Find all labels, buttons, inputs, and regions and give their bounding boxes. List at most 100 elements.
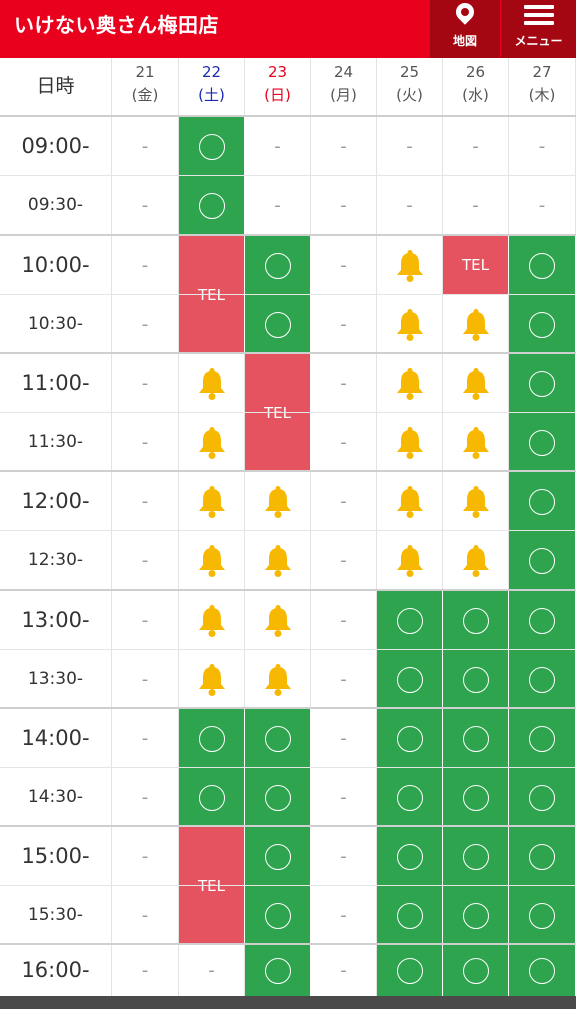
slot-available[interactable]	[179, 176, 245, 235]
map-button-label: 地図	[452, 34, 477, 48]
slot-available[interactable]	[509, 295, 576, 354]
slot-few-left[interactable]	[179, 413, 245, 472]
slot-available[interactable]	[377, 591, 443, 650]
slot-available[interactable]	[509, 886, 576, 945]
map-button[interactable]: 地図	[430, 0, 500, 58]
slot-available[interactable]	[443, 768, 509, 827]
slot-few-left[interactable]	[179, 472, 245, 531]
slot-available[interactable]	[179, 768, 245, 827]
day-date: 23	[267, 63, 288, 81]
menu-button[interactable]: メニュー	[501, 0, 576, 58]
circle-mark-icon	[396, 843, 423, 870]
slot-unavailable: -	[112, 650, 179, 709]
slot-available[interactable]	[509, 236, 576, 295]
slot-few-left[interactable]	[377, 531, 443, 590]
slot-few-left[interactable]	[245, 591, 311, 650]
slot-available[interactable]	[443, 650, 509, 709]
circle-mark-icon	[396, 666, 423, 693]
slot-available[interactable]	[443, 886, 509, 945]
slot-few-left[interactable]	[245, 531, 311, 590]
day-weekday: (月)	[330, 86, 357, 104]
slot-available[interactable]	[509, 531, 576, 590]
slot-few-left[interactable]	[179, 531, 245, 590]
slot-unavailable: -	[311, 117, 377, 176]
slot-unavailable: -	[311, 945, 377, 996]
slot-few-left[interactable]	[245, 650, 311, 709]
circle-mark-icon	[198, 133, 225, 160]
bell-icon	[198, 367, 225, 400]
slot-available[interactable]	[509, 768, 576, 827]
circle-mark-icon	[396, 902, 423, 929]
slot-available[interactable]	[245, 709, 311, 768]
day-date: 27	[532, 63, 552, 81]
bell-icon	[198, 604, 225, 637]
time-slot-label: 16:00-	[0, 945, 112, 996]
slot-few-left[interactable]	[443, 354, 509, 413]
slot-available[interactable]	[509, 650, 576, 709]
time-slot-label: 09:30-	[0, 176, 112, 235]
circle-mark-icon	[529, 957, 555, 984]
slot-available[interactable]	[245, 886, 311, 945]
slot-available[interactable]	[377, 768, 443, 827]
slot-available[interactable]	[179, 709, 245, 768]
circle-mark-icon	[462, 843, 489, 870]
slot-available[interactable]	[245, 827, 311, 886]
slot-few-left[interactable]	[377, 354, 443, 413]
circle-mark-icon	[529, 902, 555, 929]
slot-available[interactable]	[245, 768, 311, 827]
slot-few-left[interactable]	[443, 295, 509, 354]
row-divider	[0, 885, 576, 886]
time-slot-label: 12:30-	[0, 531, 112, 590]
slot-call-tel[interactable]: TEL	[179, 827, 245, 945]
slot-few-left[interactable]	[377, 413, 443, 472]
slot-available[interactable]	[377, 827, 443, 886]
slot-available[interactable]	[509, 472, 576, 531]
time-slot-label: 09:00-	[0, 117, 112, 176]
slot-few-left[interactable]	[179, 591, 245, 650]
slot-few-left[interactable]	[443, 531, 509, 590]
slot-available[interactable]	[509, 709, 576, 768]
time-slot-label: 15:00-	[0, 827, 112, 886]
menu-button-label: メニュー	[514, 34, 563, 48]
slot-unavailable: -	[112, 591, 179, 650]
day-weekday: (火)	[396, 86, 423, 104]
slot-available[interactable]	[509, 945, 576, 996]
slot-available[interactable]	[179, 117, 245, 176]
slot-available[interactable]	[443, 709, 509, 768]
slot-few-left[interactable]	[377, 295, 443, 354]
circle-mark-icon	[396, 957, 423, 984]
slot-call-tel[interactable]: TEL	[443, 236, 509, 295]
slot-few-left[interactable]	[443, 472, 509, 531]
day-header: 24 (月)	[311, 58, 377, 116]
circle-mark-icon	[462, 957, 489, 984]
circle-mark-icon	[529, 607, 555, 634]
slot-available[interactable]	[377, 886, 443, 945]
bell-icon	[264, 663, 291, 696]
slot-available[interactable]	[245, 236, 311, 295]
row-divider	[0, 943, 576, 945]
header-datetime-label: 日時	[0, 58, 112, 116]
slot-available[interactable]	[443, 827, 509, 886]
top-bar: いけない奥さん梅田店 地図 メニュー	[0, 0, 576, 58]
slot-few-left[interactable]	[377, 472, 443, 531]
slot-unavailable: -	[311, 591, 377, 650]
slot-available[interactable]	[245, 295, 311, 354]
slot-few-left[interactable]	[245, 472, 311, 531]
slot-available[interactable]	[443, 945, 509, 996]
slot-available[interactable]	[509, 354, 576, 413]
slot-few-left[interactable]	[443, 413, 509, 472]
slot-few-left[interactable]	[377, 236, 443, 295]
slot-few-left[interactable]	[179, 354, 245, 413]
slot-available[interactable]	[509, 413, 576, 472]
slot-available[interactable]	[443, 591, 509, 650]
slot-available[interactable]	[245, 945, 311, 996]
day-weekday: (金)	[131, 86, 159, 104]
slot-call-tel[interactable]: TEL	[179, 236, 245, 354]
slot-available[interactable]	[509, 827, 576, 886]
slot-call-tel[interactable]: TEL	[245, 354, 311, 472]
slot-available[interactable]	[509, 591, 576, 650]
slot-available[interactable]	[377, 709, 443, 768]
slot-available[interactable]	[377, 650, 443, 709]
slot-few-left[interactable]	[179, 650, 245, 709]
slot-available[interactable]	[377, 945, 443, 996]
